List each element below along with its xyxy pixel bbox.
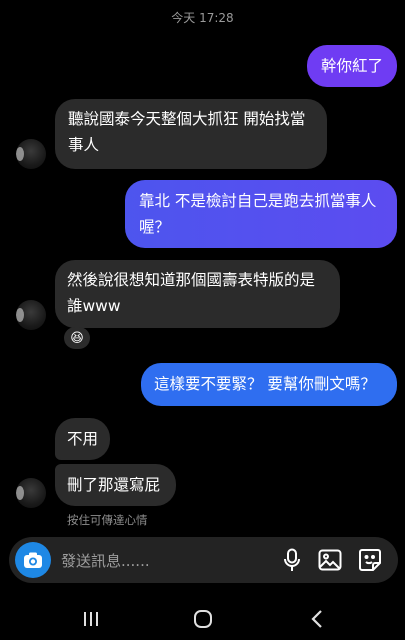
avatar[interactable] — [16, 478, 46, 508]
camera-button[interactable] — [15, 542, 51, 578]
back-icon — [311, 610, 322, 628]
back-button[interactable] — [302, 606, 332, 632]
camera-icon — [24, 552, 42, 568]
avatar[interactable] — [16, 300, 46, 330]
gallery-icon — [318, 549, 342, 571]
timestamp: 今天 17:28 — [171, 11, 234, 25]
recents-icon — [84, 612, 98, 626]
home-icon — [194, 610, 212, 628]
message-input[interactable]: 發送訊息...... — [61, 550, 150, 571]
microphone-icon — [284, 548, 300, 571]
message-composer: 發送訊息...... — [9, 537, 398, 583]
message-bubble-incoming[interactable]: 聽說國泰今天整個大抓狂 開始找當事人 — [55, 99, 327, 169]
microphone-button[interactable] — [279, 547, 305, 573]
reaction-hint: 按住可傳達心情 — [67, 513, 148, 527]
message-bubble-incoming[interactable]: 刪了那還寫屁 — [55, 464, 176, 506]
avatar[interactable] — [16, 139, 46, 169]
recents-button[interactable] — [76, 606, 106, 632]
gallery-button[interactable] — [317, 547, 343, 573]
message-bubble-incoming[interactable]: 然後說很想知道那個國壽表特版的是誰www — [55, 260, 340, 328]
message-bubble-outgoing[interactable]: 幹你紅了 — [307, 45, 397, 87]
sticker-icon — [359, 549, 381, 571]
message-bubble-incoming[interactable]: 不用 — [55, 418, 110, 460]
sticker-button[interactable] — [357, 547, 383, 573]
reaction-emoji[interactable]: 😆 — [64, 327, 90, 349]
message-bubble-outgoing[interactable]: 這樣要不要緊？ 要幫你刪文嗎？ — [141, 363, 397, 406]
message-bubble-outgoing[interactable]: 靠北 不是檢討自己是跑去抓當事人喔？ — [125, 180, 397, 248]
home-button[interactable] — [188, 606, 218, 632]
navigation-bar — [0, 598, 405, 640]
